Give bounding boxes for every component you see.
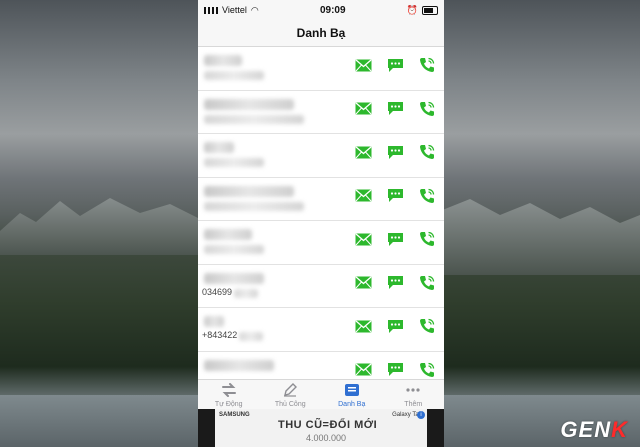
ad-side-right	[427, 409, 444, 447]
ad-brand: SAMSUNG	[219, 412, 250, 418]
contact-detail-redacted	[204, 201, 304, 211]
carrier-label: Viettel	[222, 5, 247, 15]
contact-row[interactable]	[198, 178, 444, 221]
contact-phone-redacted	[239, 332, 263, 341]
swap-icon	[221, 382, 237, 401]
ad-headline: THU CŨ=ĐỔI MỚI	[278, 419, 378, 431]
status-bar: Viettel ◠ 09:09 ⏰	[198, 0, 444, 20]
contact-list: 034699 +843422	[198, 47, 444, 395]
contact-row[interactable]	[198, 134, 444, 178]
phone-call-icon[interactable]	[418, 274, 436, 292]
tab-label: Tự Động	[214, 400, 243, 408]
contact-name-redacted	[204, 359, 274, 371]
contact-row[interactable]	[198, 221, 444, 265]
sms-icon[interactable]	[386, 56, 404, 74]
contact-detail-redacted	[204, 245, 264, 254]
sms-icon[interactable]	[386, 361, 404, 379]
tab-contacts-book[interactable]: Danh Bạ	[321, 380, 383, 410]
contact-phone: +843422	[202, 330, 238, 340]
tab-bar: Tự Động Thủ Công Danh Bạ Thêm	[198, 379, 444, 410]
tab-pencil[interactable]: Thủ Công	[260, 380, 322, 410]
contact-name-redacted	[204, 142, 234, 153]
ad-banner[interactable]: SAMSUNG Galaxy Tab i THU CŨ=ĐỔI MỚI 4.00…	[198, 409, 444, 447]
page-title: Danh Bạ	[296, 26, 346, 40]
email-icon[interactable]	[354, 100, 372, 118]
contact-name-redacted	[204, 55, 242, 66]
ad-side-left	[198, 409, 215, 447]
tab-more[interactable]: Thêm	[383, 380, 445, 410]
contact-name-redacted	[204, 185, 294, 197]
watermark-logo: GENK	[560, 417, 628, 442]
contact-detail-redacted	[204, 71, 264, 80]
email-icon[interactable]	[354, 274, 372, 292]
sms-icon[interactable]	[386, 187, 404, 205]
alarm-icon: ⏰	[406, 4, 418, 15]
sms-icon[interactable]	[386, 143, 404, 161]
contact-name-redacted	[204, 316, 224, 327]
email-icon[interactable]	[354, 187, 372, 205]
ad-info-icon[interactable]: i	[417, 411, 425, 419]
contact-name-redacted	[204, 272, 264, 284]
nav-bar: Danh Bạ	[198, 20, 444, 47]
tab-label: Thêm	[404, 400, 423, 408]
email-icon[interactable]	[354, 361, 372, 379]
email-icon[interactable]	[354, 230, 372, 248]
phone-screen: Viettel ◠ 09:09 ⏰ Danh Bạ 034699 +843422 …	[198, 0, 444, 447]
email-icon[interactable]	[354, 143, 372, 161]
phone-call-icon[interactable]	[418, 56, 436, 74]
phone-call-icon[interactable]	[418, 361, 436, 379]
contact-row[interactable]: +843422	[198, 308, 444, 352]
contact-row[interactable]: 034699	[198, 265, 444, 308]
phone-call-icon[interactable]	[418, 317, 436, 335]
contact-detail-redacted	[204, 114, 304, 124]
tab-label: Danh Bạ	[338, 400, 366, 408]
sms-icon[interactable]	[386, 230, 404, 248]
tab-swap[interactable]: Tự Động	[198, 380, 260, 410]
contact-name-redacted	[204, 98, 294, 110]
sms-icon[interactable]	[386, 100, 404, 118]
contact-row[interactable]	[198, 47, 444, 91]
contact-phone-redacted	[234, 288, 258, 298]
phone-call-icon[interactable]	[418, 100, 436, 118]
tab-label: Thủ Công	[274, 400, 306, 408]
contact-row[interactable]	[198, 91, 444, 134]
more-icon	[405, 383, 421, 401]
pencil-icon	[283, 382, 298, 401]
contact-detail-redacted	[204, 158, 264, 167]
wifi-icon: ◠	[250, 4, 259, 15]
contacts-book-icon	[344, 383, 360, 401]
email-icon[interactable]	[354, 317, 372, 335]
sms-icon[interactable]	[386, 274, 404, 292]
signal-icon	[204, 6, 218, 14]
battery-icon	[421, 5, 438, 15]
contact-phone: 034699	[202, 286, 233, 297]
phone-call-icon[interactable]	[418, 143, 436, 161]
phone-call-icon[interactable]	[418, 187, 436, 205]
clock: 09:09	[319, 4, 346, 16]
sms-icon[interactable]	[386, 317, 404, 335]
contact-name-redacted	[204, 229, 252, 240]
phone-call-icon[interactable]	[418, 230, 436, 248]
email-icon[interactable]	[354, 56, 372, 74]
ad-price: 4.000.000	[306, 433, 347, 443]
